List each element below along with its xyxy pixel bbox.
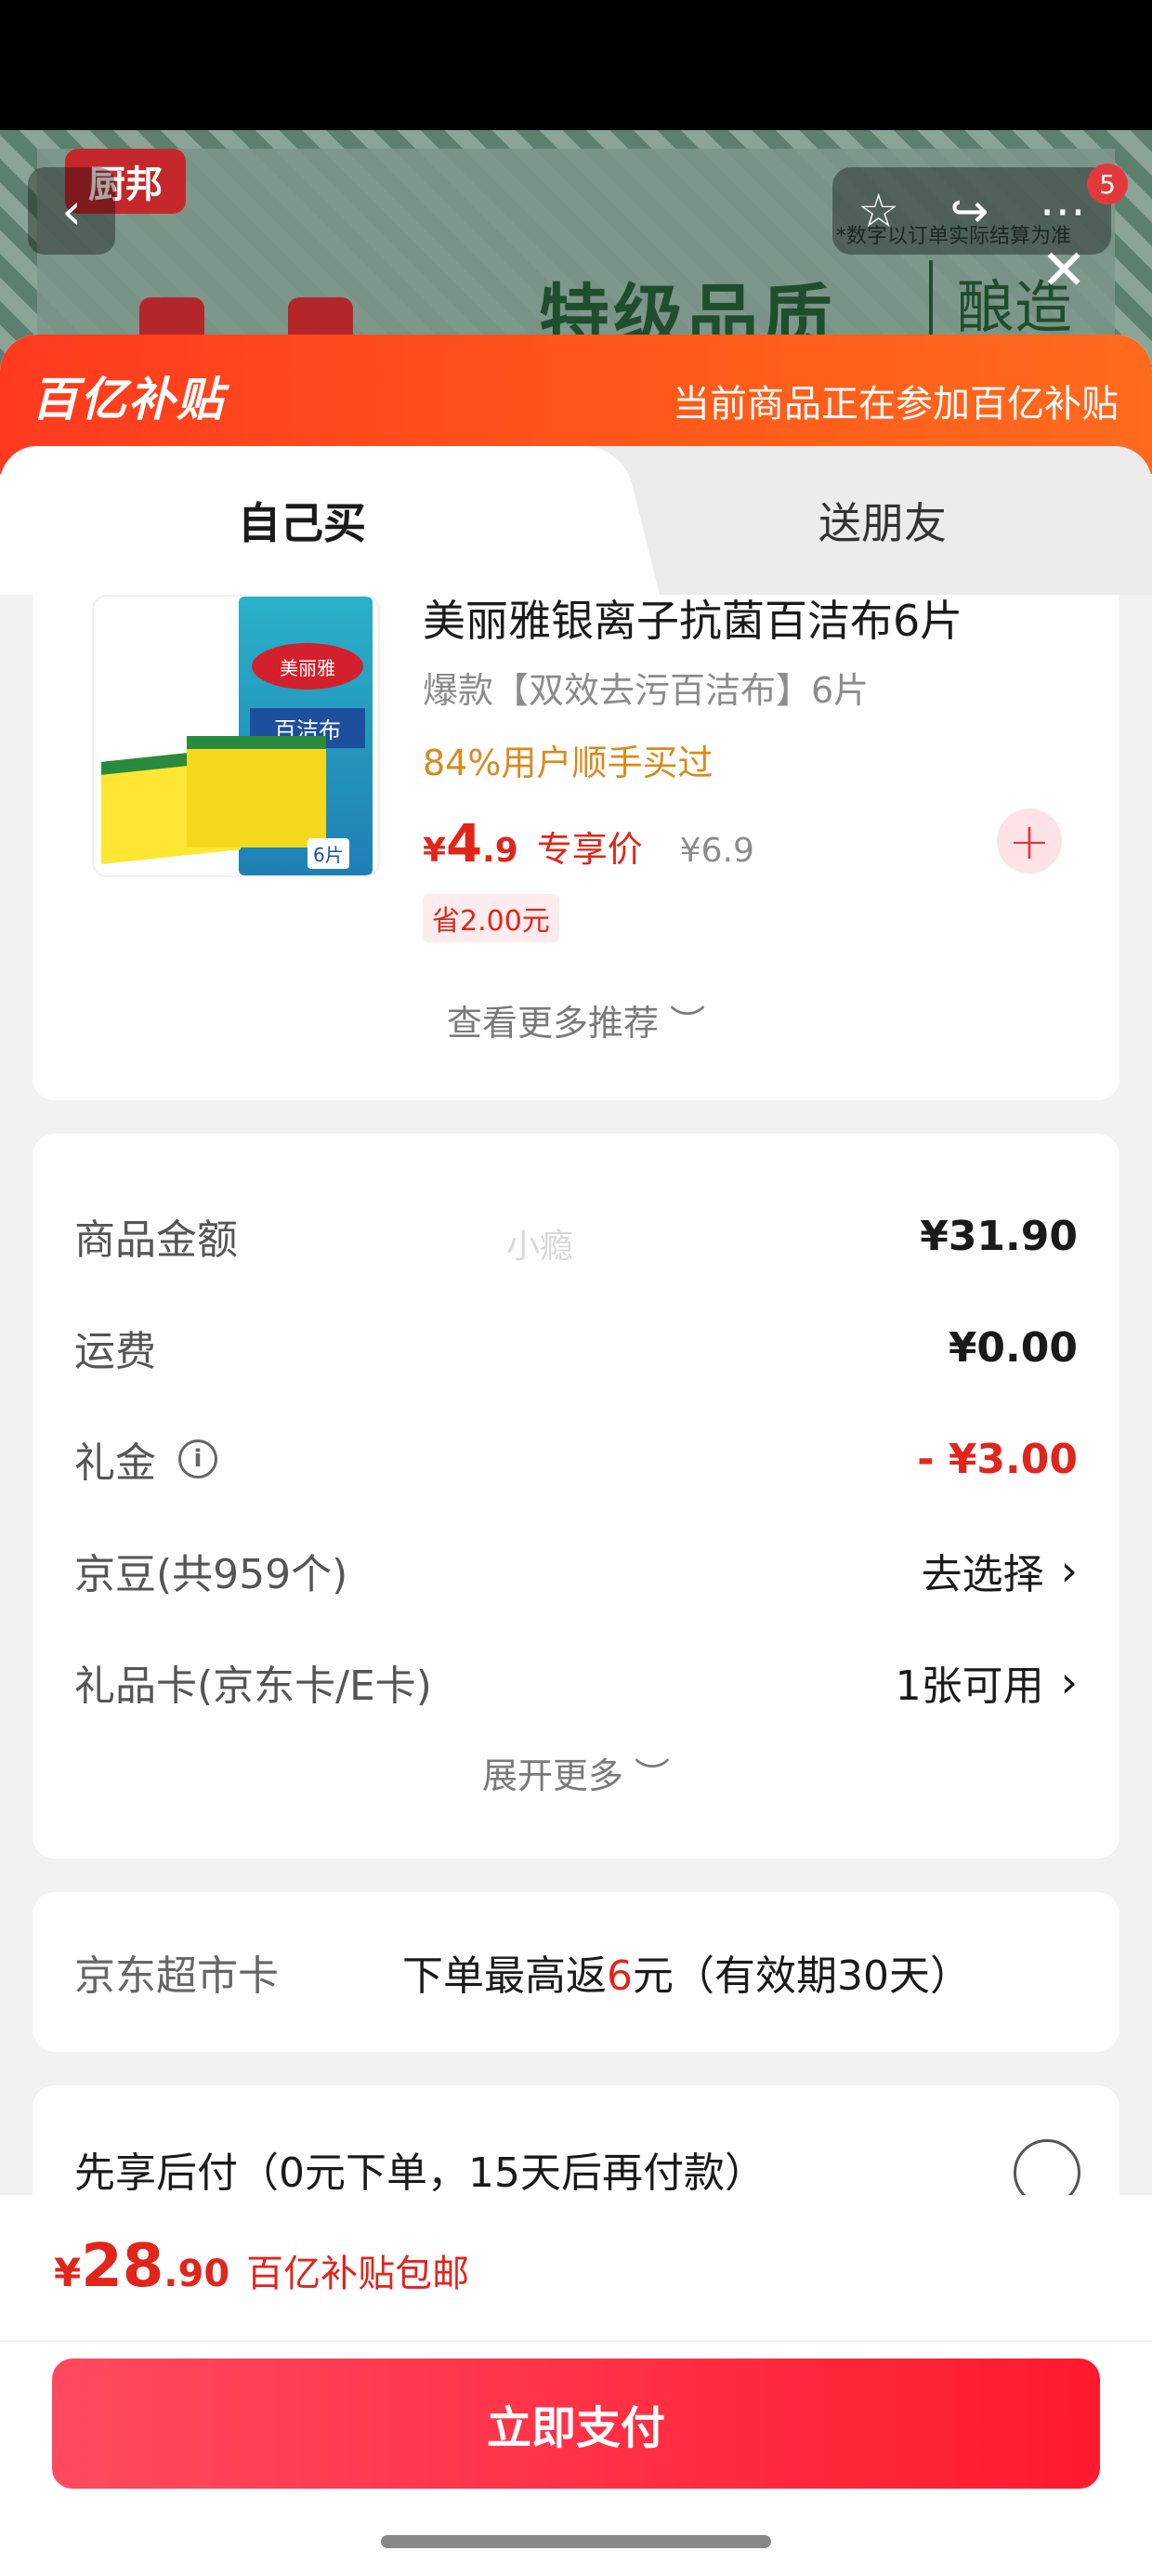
price-decimal: .9 — [482, 832, 518, 870]
row-label: 京豆(共959个) — [74, 1551, 348, 1598]
sponge-shape — [187, 736, 326, 848]
savings-badge: 省2.00元 — [423, 894, 559, 942]
recommended-product-card: 美丽雅 百洁布 6片 美丽雅银离子抗菌百洁布6片 爆款【双效去污百洁布】6片 8… — [33, 595, 1119, 1100]
supermarket-card-offer: 下单最高返6元（有效期30天） — [402, 1942, 971, 2002]
divider — [0, 2340, 1152, 2342]
star-icon[interactable]: ☆ — [857, 184, 899, 238]
row-jingdou[interactable]: 京豆(共959个) 去选择 › — [74, 1533, 1078, 1608]
row-label: 礼金 — [74, 1439, 156, 1487]
total-decimal: .90 — [164, 2253, 230, 2295]
row-label: 礼品卡(京东卡/E卡) — [74, 1663, 432, 1710]
tab-buy-self[interactable]: 自己买 — [0, 446, 604, 595]
product-price: ¥ 4 .9 专享价 ¥6.9 — [423, 814, 754, 874]
chevron-right-icon: › — [1060, 1545, 1078, 1596]
package-brand: 美丽雅 — [252, 643, 363, 690]
tab-label: 送朋友 — [818, 498, 947, 548]
row-shipping: 运费 ¥0.00 — [74, 1310, 1078, 1385]
price-currency: ¥ — [423, 832, 447, 870]
package-count: 6片 — [308, 838, 349, 869]
original-price: ¥6.9 — [679, 832, 754, 870]
close-icon[interactable]: ✕ — [1041, 238, 1087, 303]
chevron-left-icon: ‹ — [61, 181, 82, 241]
row-value: 1张可用 — [895, 1663, 1044, 1710]
supermarket-card-label: 京东超市卡 — [74, 1952, 279, 2000]
total-price: ¥ 28 .90 百亿补贴包邮 — [54, 2232, 469, 2301]
offer-highlight: 6 — [607, 1952, 633, 2000]
row-value-wrap: 去选择 › — [922, 1541, 1078, 1600]
pay-now-button[interactable]: 立即支付 — [52, 2359, 1100, 2489]
tab-label: 自己买 — [238, 498, 366, 548]
plus-icon: + — [1008, 811, 1051, 871]
row-label: 运费 — [74, 1328, 156, 1375]
price-summary-card: 小瘾 商品金额 ¥31.90 运费 ¥0.00 礼金 i - ¥3.00 京豆(… — [33, 1134, 1119, 1859]
total-integer: 28 — [81, 2232, 164, 2301]
product-title[interactable]: 美丽雅银离子抗菌百洁布6片 — [423, 587, 962, 649]
product-image[interactable]: 美丽雅 百洁布 6片 — [92, 595, 380, 877]
row-value: ¥31.90 — [920, 1212, 1078, 1260]
purchase-tabs: 送朋友 自己买 — [0, 446, 1152, 595]
checkout-footer: ¥ 28 .90 百亿补贴包邮 立即支付 — [0, 2195, 1152, 2576]
row-gift-card[interactable]: 礼品卡(京东卡/E卡) 1张可用 › — [74, 1645, 1078, 1719]
free-shipping-label: 百亿补贴包邮 — [246, 2253, 470, 2295]
price-integer: 4 — [446, 814, 483, 874]
row-gift-money: 礼金 i - ¥3.00 — [74, 1422, 1078, 1496]
exclusive-price-label: 专享价 — [536, 829, 643, 870]
add-to-order-button[interactable]: + — [997, 808, 1062, 874]
row-value: - ¥3.00 — [917, 1435, 1078, 1483]
total-currency: ¥ — [54, 2250, 82, 2295]
view-more-recommendations[interactable]: 查看更多推荐 ︶ — [33, 994, 1119, 1045]
back-button[interactable]: ‹ — [28, 167, 115, 255]
row-value: 去选择 — [921, 1551, 1044, 1598]
product-subtitle: 爆款【双效去污百洁布】6片 — [423, 670, 870, 711]
expand-more[interactable]: 展开更多 ︶ — [33, 1747, 1119, 1798]
row-label: 商品金额 — [74, 1216, 238, 1264]
row-label-wrap: 礼金 i — [74, 1429, 217, 1489]
home-indicator — [381, 2535, 771, 2548]
more-icon[interactable]: ⋯ — [1040, 184, 1086, 238]
pay-later-text: 先享后付（0元下单，15天后再付款） — [74, 2149, 766, 2197]
status-bar — [0, 0, 1152, 130]
row-goods-amount: 商品金额 ¥31.90 — [74, 1199, 1078, 1273]
subsidy-text: 当前商品正在参加百亿补贴 — [673, 383, 1119, 426]
subsidy-logo: 百亿补贴 — [32, 373, 225, 427]
info-icon[interactable]: i — [178, 1439, 217, 1479]
supermarket-card[interactable]: 京东超市卡 下单最高返6元（有效期30天） — [33, 1892, 1119, 2052]
row-value-wrap: 1张可用 › — [896, 1652, 1078, 1712]
offer-text: 元（有效期30天） — [633, 1952, 971, 2000]
offer-text: 下单最高返 — [402, 1952, 607, 2000]
row-value: ¥0.00 — [948, 1323, 1078, 1372]
chevron-right-icon: › — [1060, 1657, 1078, 1707]
cart-badge: 5 — [1087, 164, 1128, 204]
product-buy-rate: 84%用户顺手买过 — [423, 743, 713, 783]
share-icon[interactable]: ↪ — [949, 184, 988, 238]
